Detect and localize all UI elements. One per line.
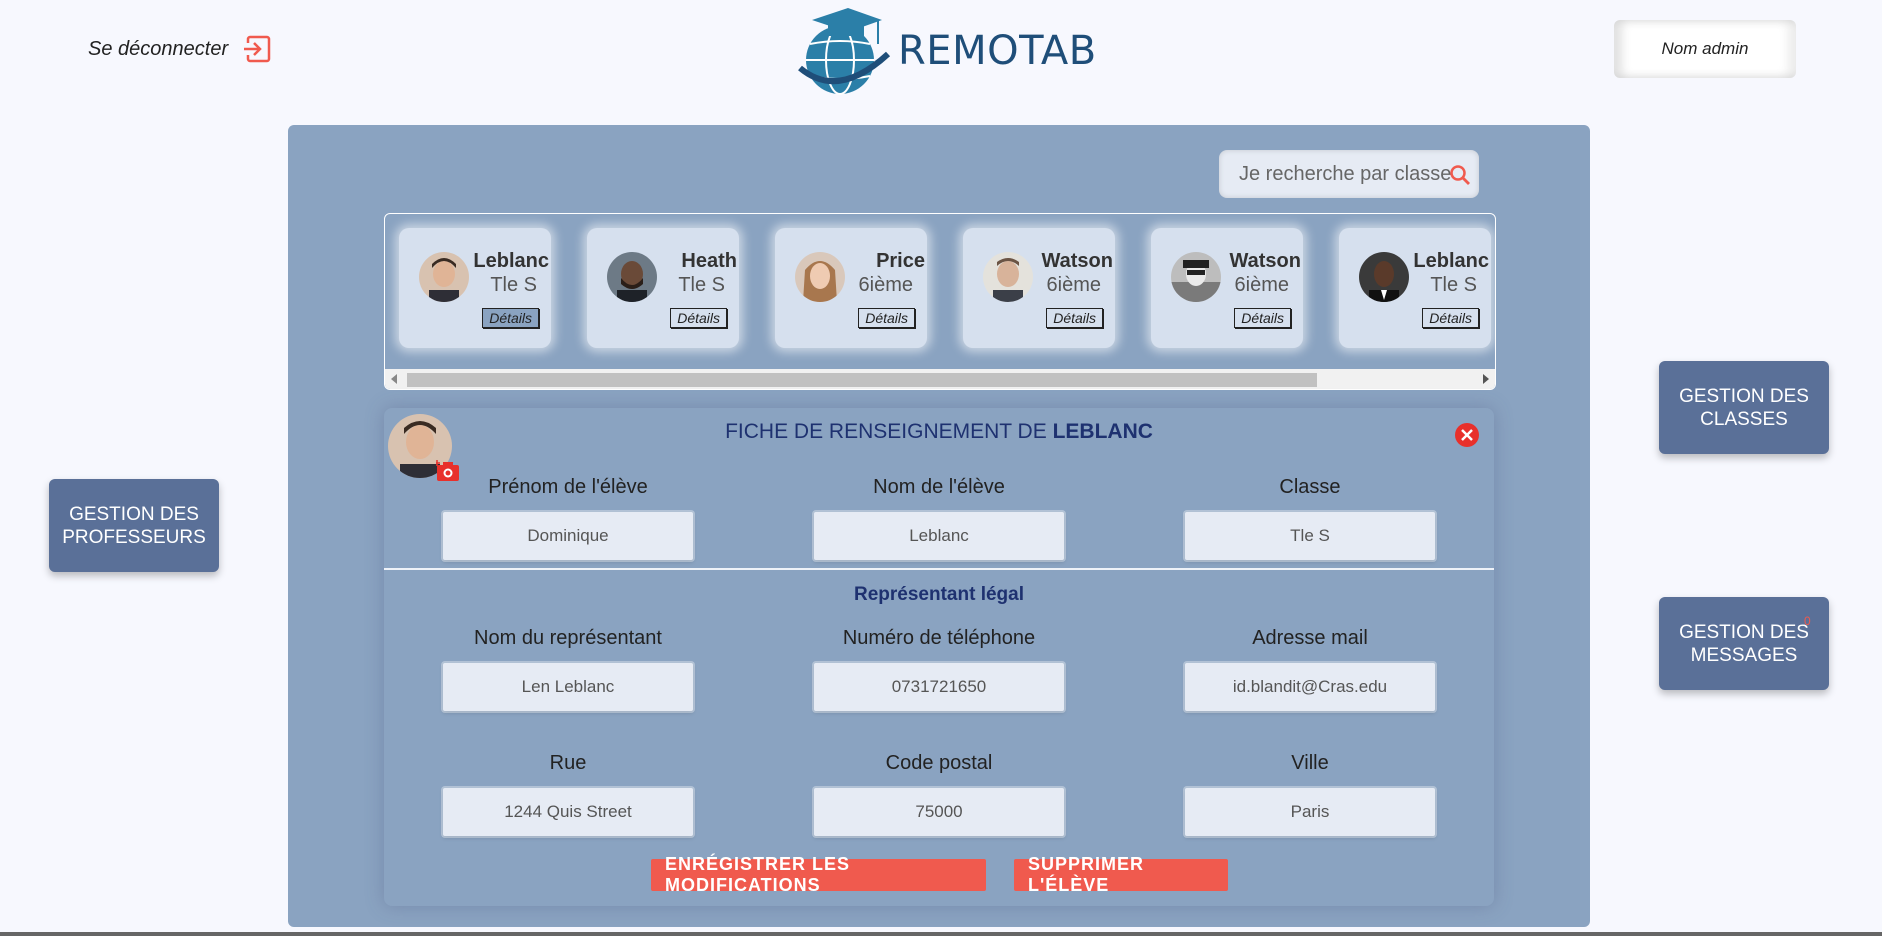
scroll-left-icon[interactable] (391, 374, 397, 384)
student-card[interactable]: Leblanc Tle S Détails (399, 228, 551, 348)
student-name: Leblanc (473, 250, 549, 272)
messages-count-badge: 0 (1804, 614, 1811, 628)
classe-field[interactable]: Tle S (1185, 512, 1435, 560)
logo: REMOTAB (798, 4, 1097, 98)
student-name: Price (876, 250, 925, 272)
save-button[interactable]: ENRÉGISTRER LES MODIFICATIONS (651, 854, 986, 895)
student-card[interactable]: Leblanc Tle S Détails (1339, 228, 1491, 348)
student-carousel[interactable]: Leblanc Tle S Détails Heath Tle S Détail… (384, 213, 1496, 390)
student-class: Tle S (1430, 274, 1477, 296)
student-name: Watson (1041, 250, 1113, 272)
student-avatar (983, 252, 1033, 302)
telephone-label: Numéro de téléphone (842, 627, 1036, 649)
student-form-panel: FICHE DE RENSEIGNEMENT DE LEBLANC Prénom… (384, 408, 1494, 906)
student-avatar (607, 252, 657, 302)
rue-field[interactable]: 1244 Quis Street (443, 788, 693, 836)
scrollbar-thumb[interactable] (407, 373, 1317, 387)
code-postal-label: Code postal (885, 752, 993, 774)
search-icon[interactable] (1449, 164, 1471, 186)
representant-section-title: Représentant légal (854, 584, 1024, 605)
form-title: FICHE DE RENSEIGNEMENT DE LEBLANC (384, 420, 1494, 444)
details-button[interactable]: Détails (1234, 308, 1291, 328)
student-class: 6ième (1046, 274, 1101, 296)
search-box[interactable] (1219, 150, 1479, 198)
globe-logo-icon (798, 8, 890, 95)
admin-name-button[interactable]: Nom admin (1614, 20, 1796, 78)
student-card[interactable]: Heath Tle S Détails (587, 228, 739, 348)
student-avatar (795, 252, 845, 302)
student-class: 6ième (858, 274, 913, 296)
scroll-right-icon[interactable] (1483, 374, 1489, 384)
search-input[interactable] (1219, 161, 1461, 187)
window-bottom-edge (0, 932, 1882, 936)
nom-field[interactable]: Leblanc (814, 512, 1064, 560)
logout-button[interactable]: Se déconnecter (88, 34, 272, 64)
logo-text: REMOTAB (898, 28, 1097, 74)
gestion-messages-button[interactable]: GESTION DES MESSAGES (1659, 597, 1829, 690)
email-label: Adresse mail (1252, 627, 1368, 649)
email-field[interactable]: id.blandit@Cras.edu (1185, 663, 1435, 711)
student-class: 6ième (1234, 274, 1289, 296)
gestion-professeurs-button[interactable]: GESTION DES PROFESSEURS (49, 479, 219, 572)
student-name: Leblanc (1413, 250, 1489, 272)
prenom-field[interactable]: Dominique (443, 512, 693, 560)
student-avatar (1171, 252, 1221, 302)
nom-representant-field[interactable]: Len Leblanc (443, 663, 693, 711)
details-button[interactable]: Détails (858, 308, 915, 328)
student-card[interactable]: Watson 6ième Détails (963, 228, 1115, 348)
horizontal-scrollbar[interactable] (385, 369, 1495, 389)
divider (384, 568, 1494, 570)
student-class: Tle S (678, 274, 725, 296)
student-card[interactable]: Watson 6ième Détails (1151, 228, 1303, 348)
student-name: Heath (681, 250, 737, 272)
student-avatar (1359, 252, 1409, 302)
form-title-prefix: FICHE DE RENSEIGNEMENT DE (725, 420, 1053, 443)
delete-student-button[interactable]: SUPPRIMER L'ÉLÈVE (1014, 854, 1228, 895)
gestion-classes-button[interactable]: GESTION DES CLASSES (1659, 361, 1829, 454)
student-name: Watson (1229, 250, 1301, 272)
student-class: Tle S (490, 274, 537, 296)
rue-label: Rue (549, 752, 587, 774)
student-card[interactable]: Price 6ième Détails (775, 228, 927, 348)
student-avatar (419, 252, 469, 302)
details-button[interactable]: Détails (1046, 308, 1103, 328)
nom-representant-label: Nom du représentant (474, 627, 662, 649)
classe-label: Classe (1279, 476, 1341, 498)
close-icon[interactable] (1454, 422, 1480, 448)
telephone-field[interactable]: 0731721650 (814, 663, 1064, 711)
form-title-name: LEBLANC (1052, 420, 1153, 443)
code-postal-field[interactable]: 75000 (814, 788, 1064, 836)
prenom-label: Prénom de l'élève (488, 476, 648, 498)
logout-icon[interactable] (242, 34, 272, 64)
details-button[interactable]: Détails (670, 308, 727, 328)
nom-label: Nom de l'élève (873, 476, 1005, 498)
ville-label: Ville (1291, 752, 1329, 774)
logout-label: Se déconnecter (88, 37, 229, 60)
ville-field[interactable]: Paris (1185, 788, 1435, 836)
details-button[interactable]: Détails (482, 308, 539, 328)
details-button[interactable]: Détails (1422, 308, 1479, 328)
